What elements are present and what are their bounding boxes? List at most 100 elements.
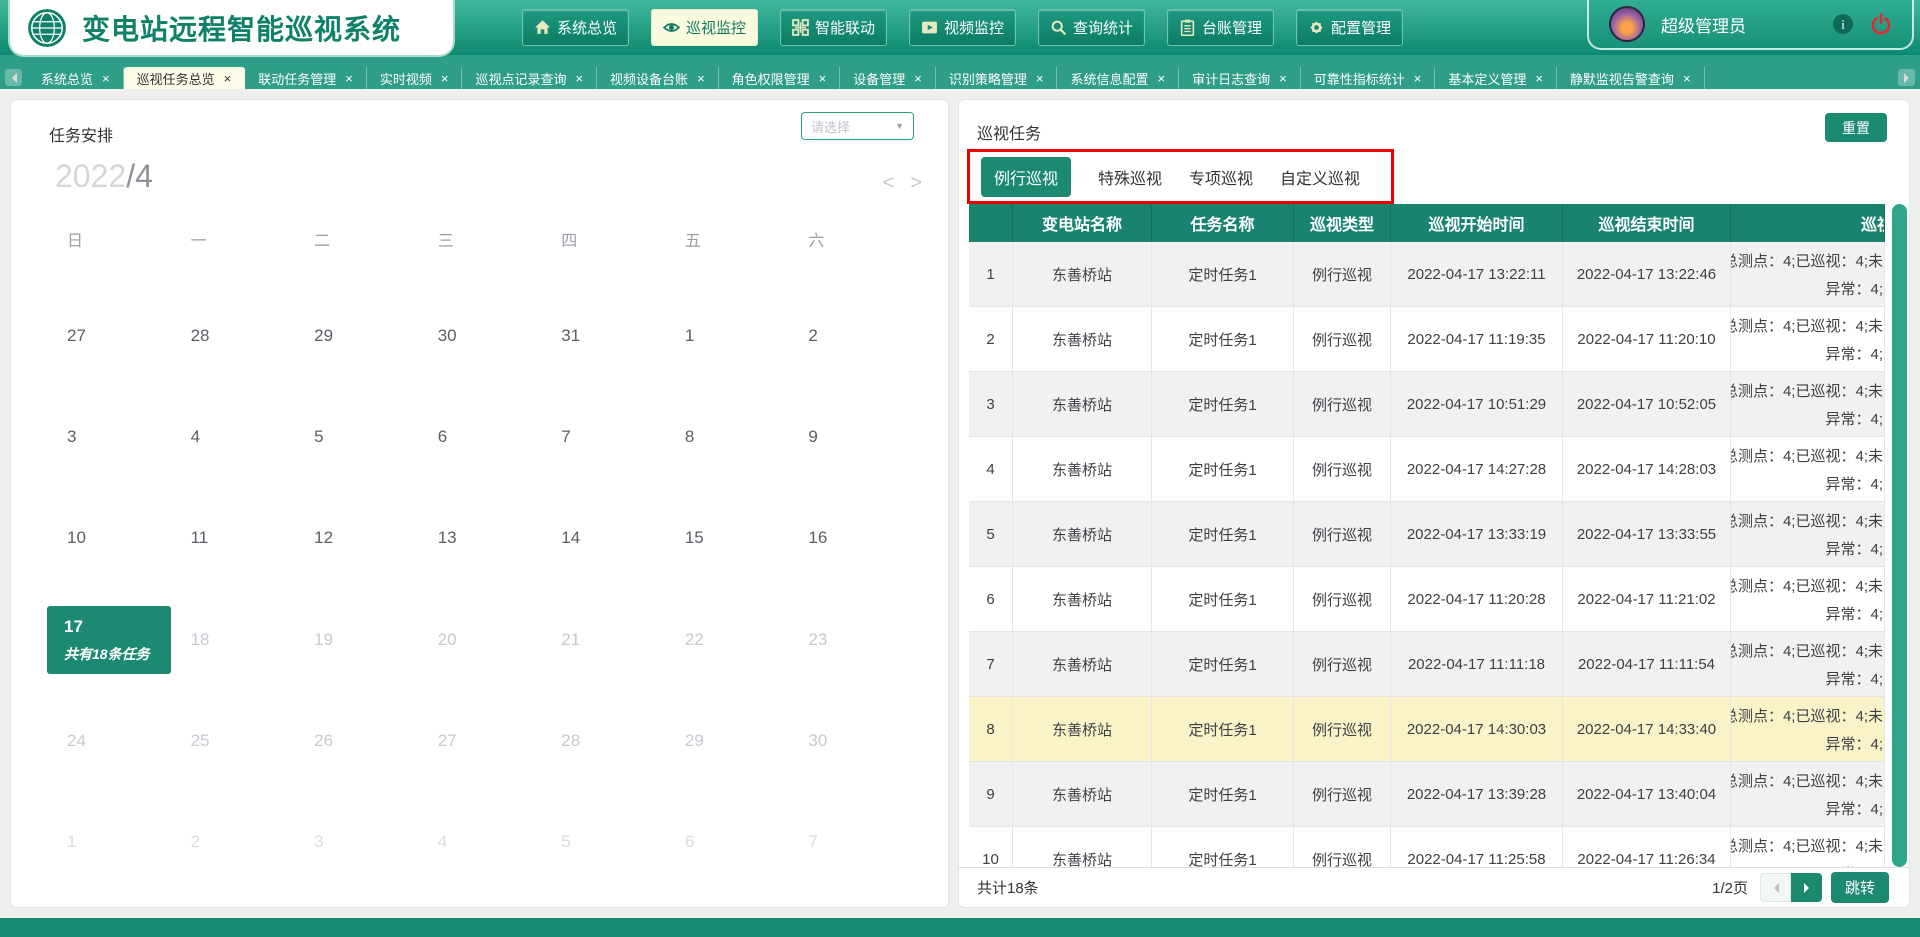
tab-item[interactable]: 识别策略管理× <box>936 67 1058 89</box>
nav-button-link-grid[interactable]: 智能联动 <box>780 9 887 46</box>
tab-item[interactable]: 基本定义管理× <box>1435 67 1557 89</box>
table-scrollbar[interactable] <box>1892 204 1907 867</box>
close-icon[interactable]: × <box>1414 71 1422 86</box>
nav-button-clipboard[interactable]: 台账管理 <box>1167 9 1274 46</box>
close-icon[interactable]: × <box>1535 71 1543 86</box>
calendar-day-cell[interactable]: 18 <box>171 589 295 690</box>
tab-item[interactable]: 巡视任务总览× <box>124 67 246 89</box>
tab-item[interactable]: 视频设备台账× <box>597 67 719 89</box>
calendar-day-cell[interactable]: 15 <box>665 488 789 589</box>
inspection-type-tab[interactable]: 例行巡视 <box>981 157 1071 197</box>
tab-item[interactable]: 实时视频× <box>367 67 463 89</box>
calendar-day-cell[interactable]: 4 <box>418 792 542 893</box>
calendar-day-cell[interactable]: 3 <box>294 792 418 893</box>
calendar-prev-icon[interactable]: < <box>883 172 895 195</box>
power-icon[interactable] <box>1870 13 1892 35</box>
inspection-type-tab[interactable]: 自定义巡视 <box>1280 165 1360 189</box>
tab-item[interactable]: 设备管理× <box>840 67 936 89</box>
calendar-day-cell[interactable]: 7 <box>788 792 912 893</box>
close-icon[interactable]: × <box>697 71 705 86</box>
inspection-type-tab[interactable]: 专项巡视 <box>1189 165 1253 189</box>
calendar-day-cell[interactable]: 9 <box>788 386 912 487</box>
table-row[interactable]: 10东善桥站定时任务1例行巡视2022-04-17 11:25:582022-0… <box>969 827 1885 867</box>
calendar-day-cell[interactable]: 2 <box>788 285 912 386</box>
calendar-day-cell[interactable]: 2 <box>171 792 295 893</box>
calendar-day-cell[interactable]: 10 <box>47 488 171 589</box>
jump-page-button[interactable]: 跳转 <box>1831 872 1889 903</box>
calendar-day-cell[interactable]: 21 <box>541 589 665 690</box>
tab-item[interactable]: 系统总览× <box>28 67 124 89</box>
table-row[interactable]: 4东善桥站定时任务1例行巡视2022-04-17 14:27:282022-04… <box>969 437 1885 502</box>
calendar-day-cell[interactable]: 28 <box>541 690 665 791</box>
close-icon[interactable]: × <box>1279 71 1287 86</box>
inspection-type-tab[interactable]: 特殊巡视 <box>1098 165 1162 189</box>
calendar-day-cell[interactable]: 17共有18条任务 <box>47 589 171 690</box>
calendar-day-cell[interactable]: 27 <box>47 285 171 386</box>
calendar-day-cell[interactable]: 16 <box>788 488 912 589</box>
tab-item[interactable]: 系统信息配置× <box>1057 67 1179 89</box>
calendar-day-cell[interactable]: 19 <box>294 589 418 690</box>
calendar-day-cell[interactable]: 30 <box>418 285 542 386</box>
calendar-day-cell[interactable]: 26 <box>294 690 418 791</box>
calendar-day-cell[interactable]: 4 <box>171 386 295 487</box>
calendar-day-cell[interactable]: 6 <box>418 386 542 487</box>
table-row[interactable]: 3东善桥站定时任务1例行巡视2022-04-17 10:51:292022-04… <box>969 372 1885 437</box>
close-icon[interactable]: × <box>1158 71 1166 86</box>
nav-button-eye[interactable]: 巡视监控 <box>651 9 758 46</box>
calendar-day-cell[interactable]: 28 <box>171 285 295 386</box>
calendar-day-cell[interactable]: 30 <box>788 690 912 791</box>
close-icon[interactable]: × <box>345 71 353 86</box>
close-icon[interactable]: × <box>102 71 110 86</box>
calendar-day-cell[interactable]: 14 <box>541 488 665 589</box>
nav-button-video[interactable]: 视频监控 <box>909 9 1016 46</box>
next-page-button[interactable] <box>1791 873 1822 902</box>
tab-item[interactable]: 巡视点记录查询× <box>462 67 597 89</box>
calendar-next-icon[interactable]: > <box>910 172 922 195</box>
calendar-day-cell[interactable]: 8 <box>665 386 789 487</box>
close-icon[interactable]: × <box>1036 71 1044 86</box>
nav-button-search[interactable]: 查询统计 <box>1038 9 1145 46</box>
nav-button-gear[interactable]: 配置管理 <box>1296 9 1403 46</box>
calendar-day-cell[interactable]: 24 <box>47 690 171 791</box>
tab-item[interactable]: 联动任务管理× <box>245 67 367 89</box>
calendar-day-cell[interactable]: 31 <box>541 285 665 386</box>
calendar-day-cell[interactable]: 6 <box>665 792 789 893</box>
calendar-day-cell[interactable]: 29 <box>665 690 789 791</box>
close-icon[interactable]: × <box>224 71 232 86</box>
calendar-day-cell[interactable]: 5 <box>541 792 665 893</box>
calendar-day-cell[interactable]: 27 <box>418 690 542 791</box>
calendar-day-cell[interactable]: 7 <box>541 386 665 487</box>
close-icon[interactable]: × <box>914 71 922 86</box>
table-row[interactable]: 2东善桥站定时任务1例行巡视2022-04-17 11:19:352022-04… <box>969 307 1885 372</box>
close-icon[interactable]: × <box>575 71 583 86</box>
calendar-day-cell[interactable]: 22 <box>665 589 789 690</box>
tab-item[interactable]: 静默监视告警查询× <box>1557 67 1705 89</box>
table-row[interactable]: 9东善桥站定时任务1例行巡视2022-04-17 13:39:282022-04… <box>969 762 1885 827</box>
tab-item[interactable]: 角色权限管理× <box>719 67 841 89</box>
calendar-day-cell[interactable]: 11 <box>171 488 295 589</box>
calendar-day-cell[interactable]: 23 <box>788 589 912 690</box>
calendar-day-cell[interactable]: 3 <box>47 386 171 487</box>
calendar-day-cell[interactable]: 5 <box>294 386 418 487</box>
table-row[interactable]: 8东善桥站定时任务1例行巡视2022-04-17 14:30:032022-04… <box>969 697 1885 762</box>
table-row[interactable]: 1东善桥站定时任务1例行巡视2022-04-17 13:22:112022-04… <box>969 242 1885 307</box>
calendar-day-cell[interactable]: 1 <box>665 285 789 386</box>
calendar-day-cell[interactable]: 29 <box>294 285 418 386</box>
prev-page-button[interactable] <box>1760 873 1791 902</box>
calendar-day-cell[interactable]: 20 <box>418 589 542 690</box>
close-icon[interactable]: × <box>819 71 827 86</box>
station-select[interactable]: 请选择 ▼ <box>801 112 914 140</box>
table-row[interactable]: 6东善桥站定时任务1例行巡视2022-04-17 11:20:282022-04… <box>969 567 1885 632</box>
tab-item[interactable]: 可靠性指标统计× <box>1301 67 1436 89</box>
calendar-day-cell[interactable]: 1 <box>47 792 171 893</box>
table-row[interactable]: 7东善桥站定时任务1例行巡视2022-04-17 11:11:182022-04… <box>969 632 1885 697</box>
tab-item[interactable]: 审计日志查询× <box>1179 67 1301 89</box>
nav-button-home[interactable]: 系统总览 <box>522 9 629 46</box>
calendar-day-cell[interactable]: 13 <box>418 488 542 589</box>
calendar-day-cell[interactable]: 12 <box>294 488 418 589</box>
calendar-day-cell[interactable]: 25 <box>171 690 295 791</box>
avatar[interactable] <box>1609 6 1645 42</box>
tabstrip-scroll-right-icon[interactable] <box>1898 69 1915 86</box>
reset-button[interactable]: 重置 <box>1825 113 1887 142</box>
info-icon[interactable]: i <box>1832 13 1854 35</box>
